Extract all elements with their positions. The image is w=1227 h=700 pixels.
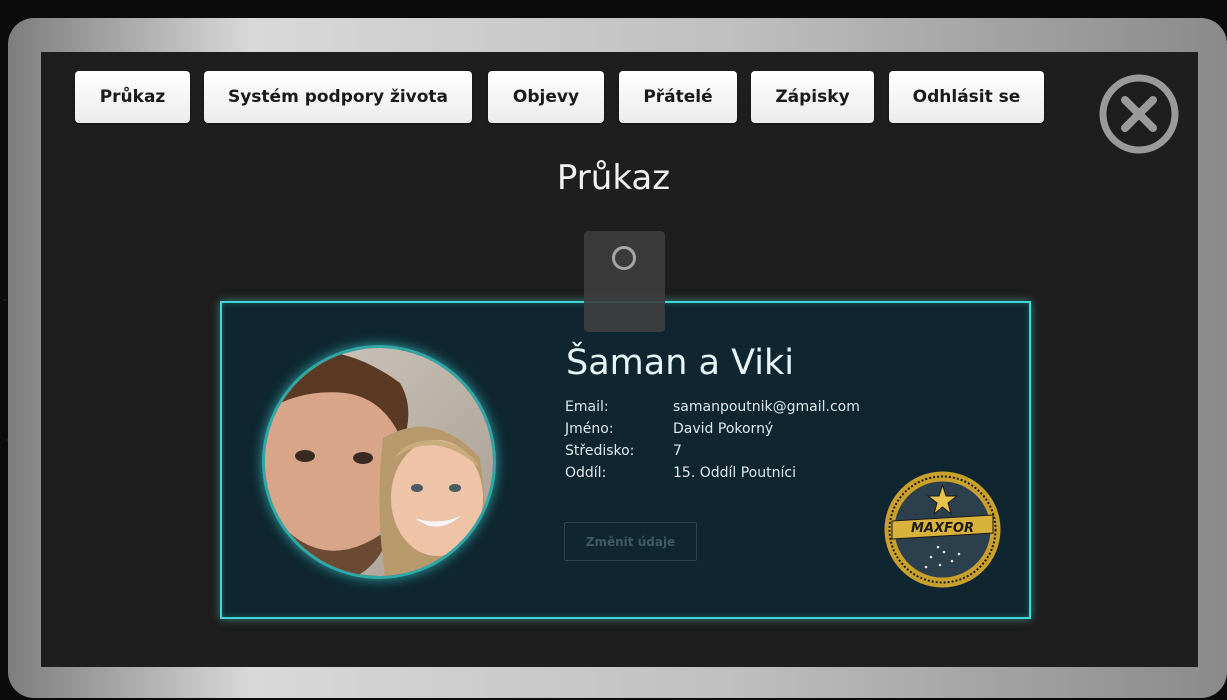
badge-text: MAXFOR [911,521,974,536]
profile-card: Šaman a Viki Email: samanpoutnik@gmail.c… [220,301,1031,619]
info-row-name: Jméno: David Pokorný [565,421,860,443]
info-row-troop: Oddíl: 15. Oddíl Poutníci [565,465,860,487]
tab-discoveries[interactable]: Objevy [488,71,604,123]
troop-label: Oddíl: [565,465,607,481]
tab-bar: Průkaz Systém podpory života Objevy Přát… [0,71,1227,123]
tab-friends[interactable]: Přátelé [619,71,737,123]
page-title: Průkaz [556,158,671,198]
name-value: David Pokorný [673,421,774,437]
center-value: 7 [673,443,682,459]
maxfor-badge: MAXFOR [882,469,1003,590]
tab-prukaz[interactable]: Průkaz [75,71,190,123]
profile-info: Email: samanpoutnik@gmail.com Jméno: Dav… [565,399,860,487]
profile-name: Šaman a Viki [566,343,794,383]
email-value: samanpoutnik@gmail.com [673,399,860,415]
avatar [262,345,496,579]
info-row-email: Email: samanpoutnik@gmail.com [565,399,860,421]
edit-profile-button[interactable]: Změnit údaje [564,522,697,561]
logout-button[interactable]: Odhlásit se [889,71,1044,123]
tab-life-support[interactable]: Systém podpory života [204,71,472,123]
name-label: Jméno: [565,421,614,437]
center-label: Středisko: [565,443,635,459]
troop-value: 15. Oddíl Poutníci [673,465,796,481]
tab-notes[interactable]: Zápisky [751,71,874,123]
spinner-icon [612,246,636,270]
loading-overlay [584,231,665,332]
info-row-center: Středisko: 7 [565,443,860,465]
close-icon[interactable] [1098,73,1180,155]
email-label: Email: [565,399,609,415]
